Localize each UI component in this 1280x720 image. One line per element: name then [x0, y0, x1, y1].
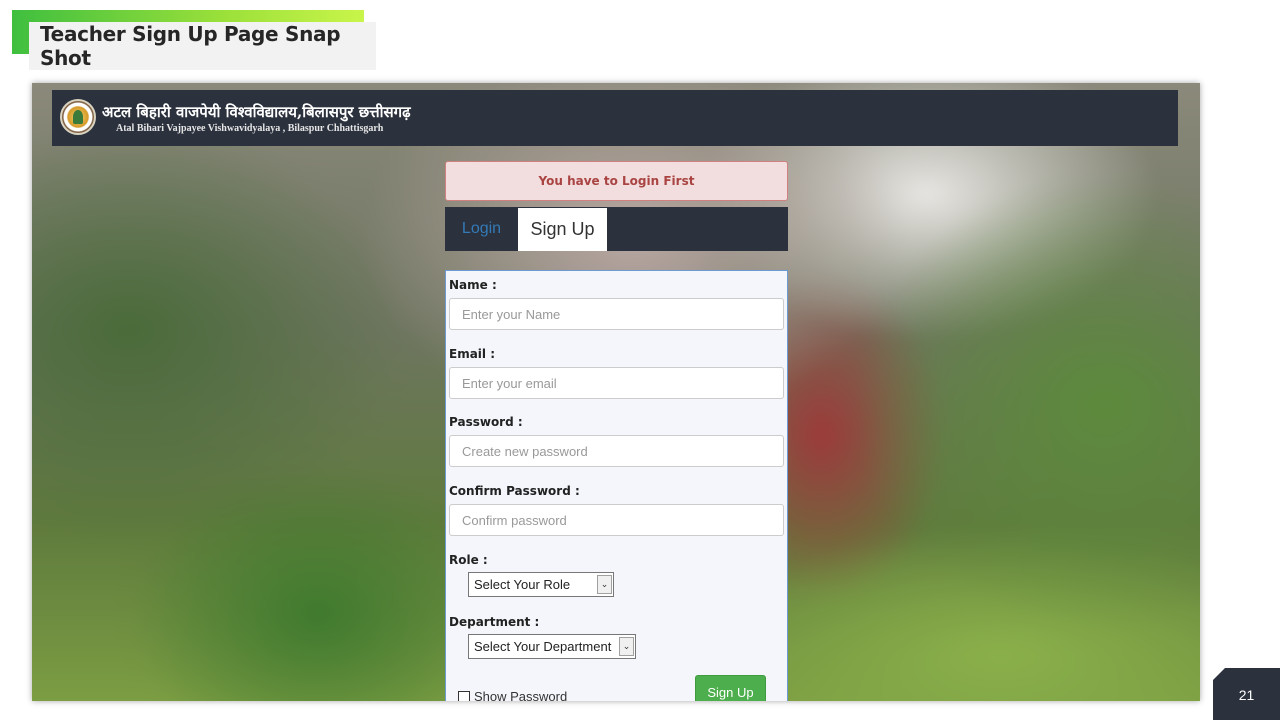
password-label: Password : [449, 415, 523, 429]
slide-title-box: Teacher Sign Up Page Snap Shot [29, 22, 376, 70]
email-label: Email : [449, 347, 496, 361]
slide: Teacher Sign Up Page Snap Shot अटल बिहार… [0, 0, 1280, 720]
university-emblem-icon [60, 99, 96, 135]
university-name-hindi: अटल बिहारी वाजपेयी विश्वविद्यालय,बिलासपु… [102, 103, 411, 121]
name-input[interactable] [449, 298, 784, 330]
role-label: Role : [449, 553, 488, 567]
sign-up-button[interactable]: Sign Up [695, 675, 766, 701]
sign-up-form: Name : Email : Password : Confirm Passwo… [445, 270, 788, 701]
site-header: अटल बिहारी वाजपेयी विश्वविद्यालय,बिलासपु… [52, 90, 1178, 146]
slide-title: Teacher Sign Up Page Snap Shot [40, 22, 341, 70]
confirm-password-input[interactable] [449, 504, 784, 536]
confirm-password-label: Confirm Password : [449, 484, 580, 498]
role-select-value: Select Your Role [474, 577, 571, 592]
password-input[interactable] [449, 435, 784, 467]
department-select-value: Select Your Department [474, 639, 612, 654]
chevron-down-icon: ⌄ [597, 575, 612, 594]
show-password-row[interactable]: Show Password [458, 689, 567, 701]
department-label: Department : [449, 615, 540, 629]
screenshot: अटल बिहारी वाजपेयी विश्वविद्यालय,बिलासपु… [32, 83, 1200, 701]
show-password-label: Show Password [474, 689, 568, 701]
department-select[interactable]: Select Your Department ⌄ [468, 634, 636, 659]
login-required-alert: You have to Login First [445, 161, 788, 201]
name-label: Name : [449, 278, 497, 292]
show-password-checkbox[interactable] [458, 690, 470, 701]
tab-login[interactable]: Login [445, 207, 518, 251]
role-select[interactable]: Select Your Role ⌄ [468, 572, 614, 597]
page-number: 21 [1213, 668, 1280, 720]
chevron-down-icon: ⌄ [619, 637, 634, 656]
email-input[interactable] [449, 367, 784, 399]
auth-tabs: Login Sign Up [445, 207, 788, 251]
university-name-english: Atal Bihari Vajpayee Vishwavidyalaya , B… [116, 123, 384, 134]
tab-sign-up[interactable]: Sign Up [518, 208, 607, 251]
